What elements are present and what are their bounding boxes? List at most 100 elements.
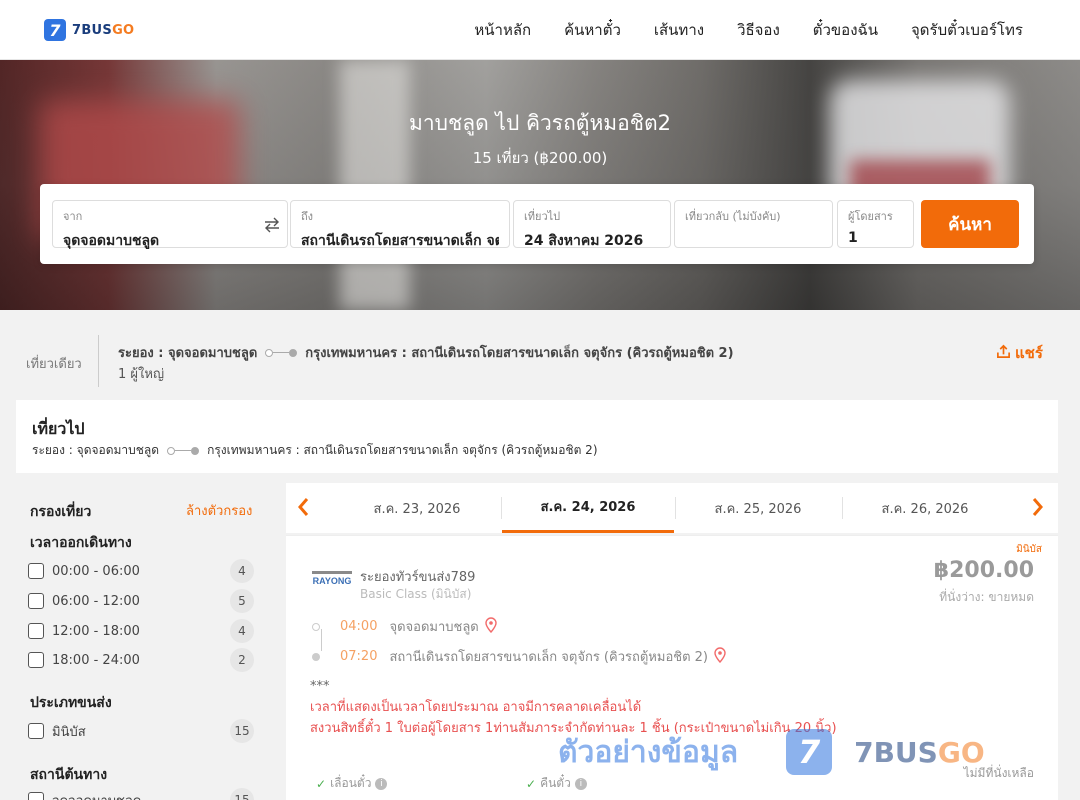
option-count: 5 — [230, 589, 254, 613]
operator-logo-text: RAYONG — [313, 576, 352, 586]
map-pin-icon[interactable] — [485, 616, 497, 637]
clear-filters-link[interactable]: ล้างตัวกรอง — [186, 500, 252, 521]
share-label: แชร์ — [1015, 344, 1043, 362]
time-filter-option[interactable]: 12:00 - 18:00 4 — [28, 619, 254, 643]
divider — [98, 335, 99, 387]
trip-result-card[interactable]: มินิบัส RAYONG ระยองทัวร์ขนส่ง789 Basic … — [286, 535, 1058, 800]
logo-name: 7BUS — [72, 22, 113, 38]
passenger-field[interactable]: ผู้โดยสาร 1 — [837, 200, 914, 248]
trip-route: ระยอง : จุดจอดมาบชลูด กรุงเทพมหานคร : สถ… — [118, 342, 734, 363]
outbound-origin: ระยอง : จุดจอดมาบชลูด — [32, 443, 160, 457]
route-connector-icon — [167, 446, 200, 455]
search-form: จาก จุดจอดมาบชลูด ถึง สถานีเดินรถโดยสารข… — [40, 184, 1034, 264]
option-count: 4 — [230, 559, 254, 583]
return-date-field[interactable]: เที่ยวกลับ (ไม่บังคับ) — [674, 200, 833, 248]
depart-date-field[interactable]: เที่ยวไป 24 สิงหาคม 2026 — [513, 200, 671, 249]
trip-passengers: 1 ผู้ใหญ่ — [118, 367, 165, 382]
logo-text: 7BUSGO — [72, 23, 134, 38]
trip-summary: เที่ยวเดียว ระยอง : จุดจอดมาบชลูด กรุงเท… — [0, 311, 1080, 396]
time-filter-option[interactable]: 06:00 - 12:00 5 — [28, 589, 254, 613]
checkbox[interactable] — [28, 723, 44, 739]
departure-time: 04:00 — [340, 619, 378, 634]
station-filter-option[interactable]: จุดจอดมาบชลูด 15 — [28, 788, 254, 800]
ticket-price: ฿200.00 — [933, 558, 1034, 583]
check-icon: ✓ — [526, 776, 537, 791]
nav-how-to-book[interactable]: วิธีจอง — [737, 18, 780, 42]
notes-marker: *** — [310, 679, 330, 694]
checkbox[interactable] — [28, 792, 44, 800]
search-button[interactable]: ค้นหา — [921, 200, 1019, 248]
date-tab[interactable]: ส.ค. 26, 2026 — [839, 483, 1011, 533]
date-tab[interactable]: ส.ค. 23, 2026 — [331, 483, 503, 533]
departure-time-section: เวลาออกเดินทาง — [30, 535, 132, 551]
option-label: 12:00 - 18:00 — [52, 623, 140, 639]
nav-routes[interactable]: เส้นทาง — [654, 18, 704, 42]
nav-home[interactable]: หน้าหลัก — [474, 18, 531, 42]
trip-type: เที่ยวเดียว — [26, 357, 82, 372]
date-tab-active[interactable]: ส.ค. 24, 2026 — [502, 483, 674, 533]
checkbox[interactable] — [28, 563, 44, 579]
nav-search-tickets[interactable]: ค้นหาตั๋ว — [564, 18, 621, 42]
date-selector: ส.ค. 23, 2026 ส.ค. 24, 2026 ส.ค. 25, 202… — [286, 483, 1058, 533]
feature-label: เลื่อนตั๋ว — [330, 776, 372, 790]
vehicle-type-badge: มินิบัส — [1016, 544, 1042, 555]
arrival-place: สถานีเดินรถโดยสารขนาดเล็ก จตุจักร (คิวรถ… — [389, 650, 708, 665]
departure-place: จุดจอดมาบชลูด — [389, 620, 479, 635]
feature-label: คืนตั๋ว — [540, 776, 571, 790]
route-subtitle: 15 เที่ยว (฿200.00) — [472, 149, 608, 167]
service-class: Basic Class (มินิบัส) — [360, 587, 472, 601]
brand-logo[interactable]: 7 7BUSGO — [44, 19, 134, 41]
outbound-title: เที่ยวไป — [32, 419, 85, 438]
swap-arrows-icon[interactable] — [262, 215, 282, 235]
route-destination: กรุงเทพมหานคร : สถานีเดินรถโดยสารขนาดเล็… — [305, 346, 734, 361]
option-label: จุดจอดมาบชลูด — [52, 790, 141, 800]
chevron-right-icon[interactable] — [1031, 496, 1045, 524]
to-field[interactable]: ถึง สถานีเดินรถโดยสารขนาดเล็ก จตุจักร — [290, 200, 510, 249]
outbound-destination: กรุงเทพมหานคร : สถานีเดินรถโดยสารขนาดเล็… — [207, 443, 598, 457]
filter-title: กรองเที่ยว — [30, 504, 92, 520]
option-label: 00:00 - 06:00 — [52, 563, 140, 579]
map-pin-icon[interactable] — [714, 646, 726, 667]
chevron-left-icon[interactable] — [296, 496, 310, 524]
depart-label: เที่ยวไป — [524, 210, 561, 223]
sold-out-status: ไม่มีที่นั่งเหลือ — [963, 766, 1034, 780]
check-icon: ✓ — [316, 776, 327, 791]
note-luggage-policy: สงวนสิทธิ์ตั๋ว 1 ใบต่อผู้โดยสาร 1ท่านสัม… — [310, 721, 837, 736]
checkbox[interactable] — [28, 593, 44, 609]
info-icon[interactable]: i — [574, 777, 587, 790]
from-field[interactable]: จาก จุดจอดมาบชลูด — [52, 200, 288, 249]
timeline-dot — [312, 622, 320, 631]
filter-sidebar: กรองเที่ยว ล้างตัวกรอง เวลาออกเดินทาง 00… — [16, 483, 270, 800]
nav-my-tickets[interactable]: ตั๋วของฉัน — [813, 18, 878, 42]
arrival-time: 07:20 — [340, 649, 378, 664]
operator-name: ระยองทัวร์ขนส่ง789 — [360, 570, 476, 585]
option-count: 15 — [230, 719, 254, 743]
type-filter-option[interactable]: มินิบัส 15 — [28, 719, 254, 743]
logo-suffix: GO — [112, 22, 135, 38]
checkbox[interactable] — [28, 652, 44, 668]
option-count: 4 — [230, 619, 254, 643]
route-origin: ระยอง : จุดจอดมาบชลูด — [118, 346, 258, 361]
passenger-label: ผู้โดยสาร — [848, 210, 893, 223]
share-button[interactable]: แชร์ — [996, 341, 1043, 365]
option-label: 18:00 - 24:00 — [52, 652, 140, 668]
feature-refund: ✓ คืนตั๋ว i — [526, 774, 587, 793]
date-tab[interactable]: ส.ค. 25, 2026 — [672, 483, 844, 533]
to-value: สถานีเดินรถโดยสารขนาดเล็ก จตุจักร — [301, 233, 499, 249]
return-label: เที่ยวกลับ (ไม่บังคับ) — [685, 210, 781, 223]
transport-type-section: ประเภทขนส่ง — [30, 695, 112, 711]
nav-links: หน้าหลัก ค้นหาตั๋ว เส้นทาง วิธีจอง ตั๋วข… — [441, 0, 1023, 60]
nav-pickup-points[interactable]: จุดรับตั๋วเบอร์โทร — [911, 18, 1023, 42]
timeline-dot — [312, 652, 320, 661]
arrival-stop: 07:20 สถานีเดินรถโดยสารขนาดเล็ก จตุจักร … — [312, 646, 726, 667]
outbound-header: เที่ยวไป ระยอง : จุดจอดมาบชลูด กรุงเทพมห… — [16, 400, 1058, 473]
time-filter-option[interactable]: 18:00 - 24:00 2 — [28, 648, 254, 672]
option-label: มินิบัส — [52, 724, 86, 740]
top-navbar: 7 7BUSGO หน้าหลัก ค้นหาตั๋ว เส้นทาง วิธี… — [0, 0, 1080, 60]
option-count: 2 — [230, 648, 254, 672]
from-value: จุดจอดมาบชลูด — [63, 233, 160, 249]
time-filter-option[interactable]: 00:00 - 06:00 4 — [28, 559, 254, 583]
info-icon[interactable]: i — [375, 777, 388, 790]
checkbox[interactable] — [28, 623, 44, 639]
operator-logo: RAYONG — [312, 570, 352, 588]
